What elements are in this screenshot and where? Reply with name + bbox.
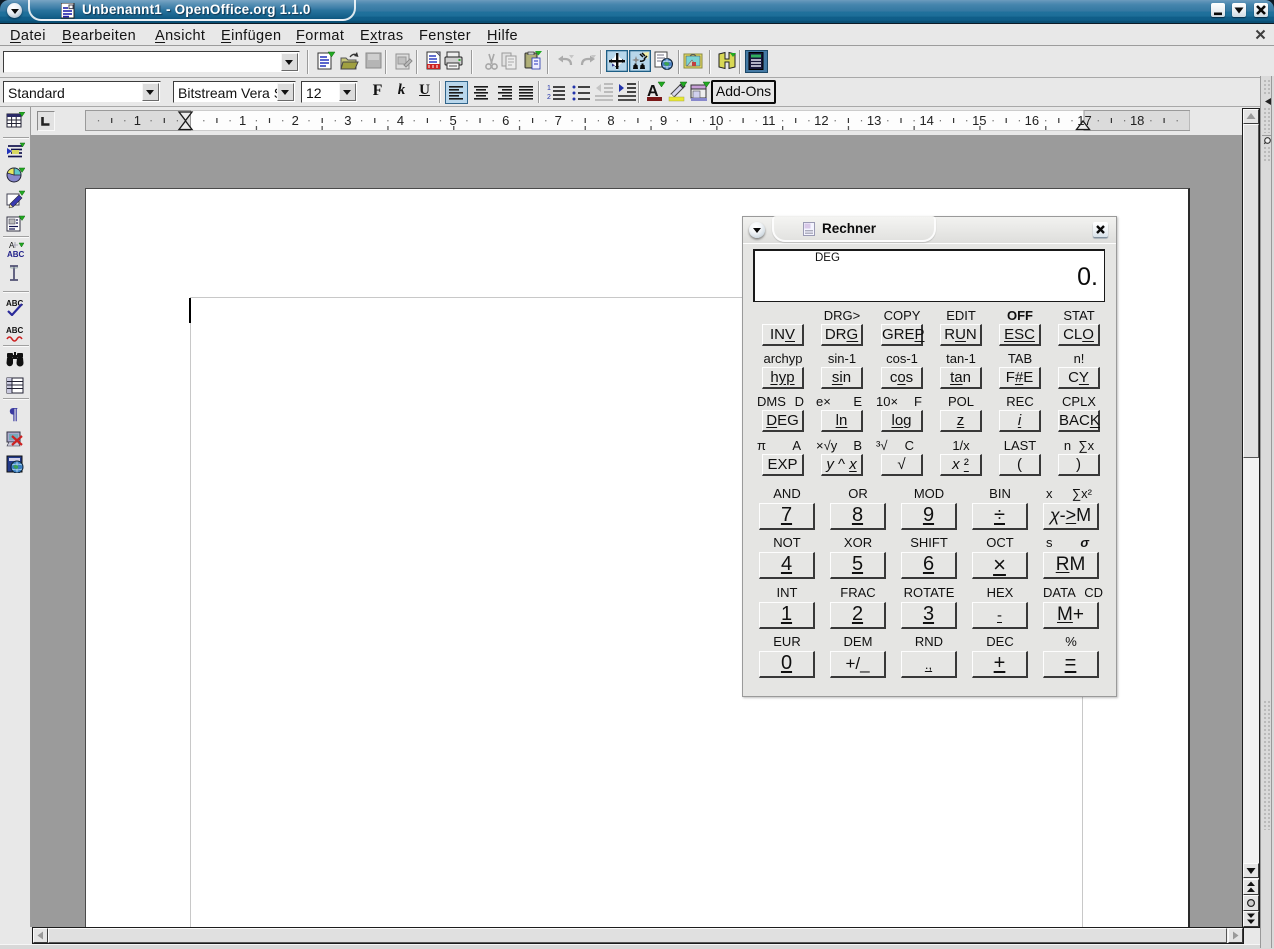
svg-text:7: 7 <box>555 113 562 128</box>
svg-text:17: 17 <box>1077 113 1091 128</box>
svg-text:2: 2 <box>292 113 299 128</box>
svg-text:¶: ¶ <box>9 404 18 423</box>
svg-text:18: 18 <box>1130 113 1144 128</box>
svg-text:4: 4 <box>397 113 404 128</box>
svg-text:1: 1 <box>134 113 141 128</box>
svg-text:8: 8 <box>607 113 614 128</box>
svg-text:11: 11 <box>762 113 776 128</box>
svg-text:14: 14 <box>919 113 933 128</box>
svg-text:12: 12 <box>814 113 828 128</box>
svg-text:2: 2 <box>547 94 551 101</box>
svg-text:9: 9 <box>660 113 667 128</box>
svg-text:1: 1 <box>547 85 551 92</box>
svg-text:15: 15 <box>972 113 986 128</box>
svg-text:A: A <box>9 241 15 250</box>
svg-text:6: 6 <box>502 113 509 128</box>
svg-text:ABC: ABC <box>6 326 23 335</box>
svg-text:5: 5 <box>449 113 456 128</box>
svg-text:13: 13 <box>867 113 881 128</box>
svg-text:10: 10 <box>709 113 723 128</box>
svg-text:1: 1 <box>239 113 246 128</box>
svg-text:16: 16 <box>1025 113 1039 128</box>
svg-text:ABC: ABC <box>7 250 24 258</box>
svg-text:3: 3 <box>344 113 351 128</box>
